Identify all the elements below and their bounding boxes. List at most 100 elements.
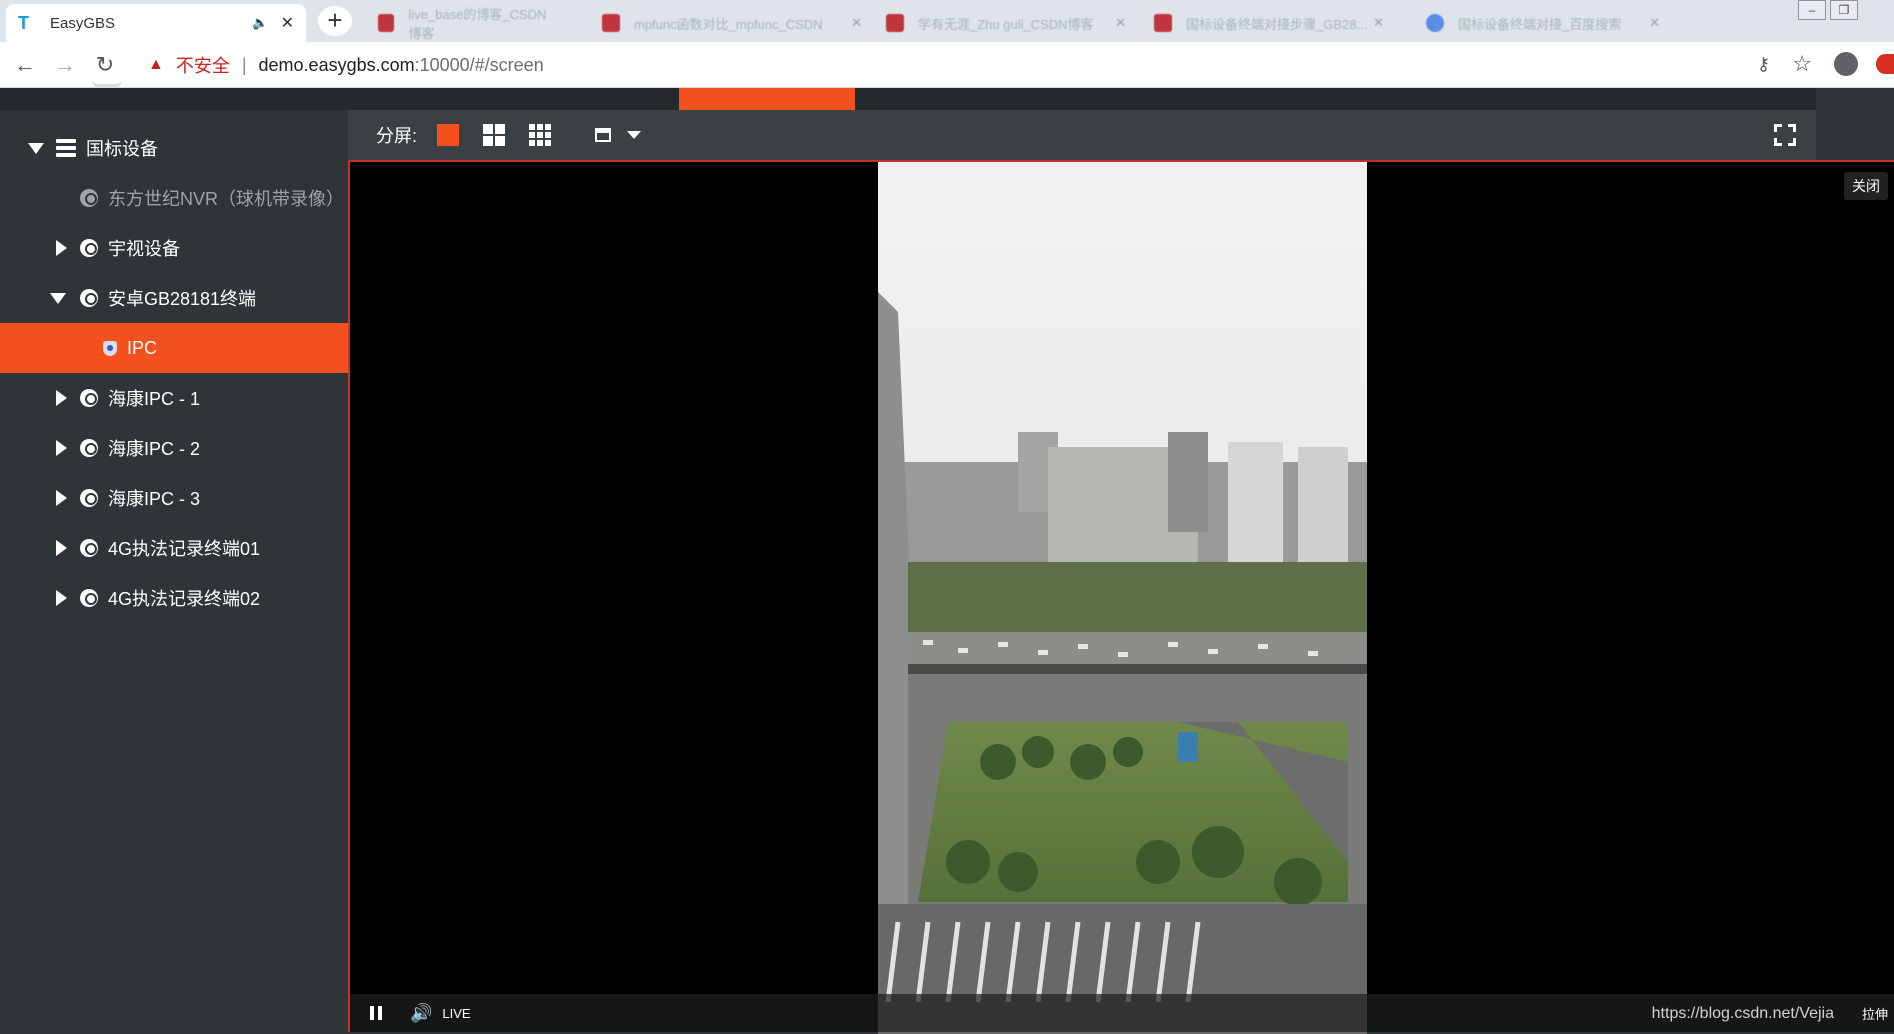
video-frame[interactable] — [878, 162, 1367, 1034]
tree-root-gb-devices[interactable]: 国标设备 — [0, 123, 348, 173]
bookmark-star-icon[interactable]: ☆ — [1792, 51, 1812, 77]
tree-item-device[interactable]: 宇视设备 — [0, 223, 348, 273]
forward-arrow-icon[interactable]: → — [50, 50, 80, 80]
window-controls: – ❐ — [1798, 0, 1858, 20]
expand-arrow-icon[interactable] — [56, 240, 67, 256]
speaker-icon[interactable]: 🔈 — [252, 15, 268, 31]
tree-item-label: 海康IPC - 3 — [108, 489, 201, 509]
split-1-button[interactable] — [437, 124, 460, 146]
expand-arrow-icon[interactable] — [56, 590, 67, 606]
close-icon[interactable]: ✕ — [1373, 15, 1384, 31]
close-icon[interactable]: ✕ — [851, 15, 862, 31]
csdn-favicon-icon — [378, 14, 395, 32]
channel-shield-icon — [103, 340, 117, 356]
account-icon[interactable] — [1834, 52, 1858, 76]
camera-icon — [80, 189, 98, 207]
tree-item-label: IPC — [127, 337, 158, 358]
player-controls: 🔊 LIVE https://blog.csdn.net/Vejia 拉伸 — [350, 994, 1894, 1032]
camera-icon — [80, 439, 98, 457]
csdn-favicon-icon — [886, 14, 904, 32]
browser-tab[interactable]: 国标设备终端对接_百度搜索 ✕ — [1412, 4, 1674, 42]
video-player[interactable]: 关闭 🔊 LIVE https://blog.csdn.net/Vejia 拉伸 — [348, 160, 1894, 1034]
back-arrow-icon[interactable]: ← — [10, 50, 40, 80]
app-logo-fragment — [92, 78, 122, 88]
close-player-button[interactable]: 关闭 — [1844, 172, 1888, 200]
camera-icon — [80, 589, 98, 607]
warning-triangle-icon: ▲ — [148, 56, 164, 73]
tree-item-label: 东方世纪NVR（球机带录像） — [108, 189, 345, 209]
tree-item-device[interactable]: 海康IPC - 2 — [0, 423, 348, 473]
split-label: 分屏: — [376, 126, 418, 146]
tab-title: 国标设备终端对接步骤_GB28... — [1186, 16, 1368, 32]
tab-title: 国标设备终端对接_百度搜索 — [1458, 16, 1622, 32]
browser-toolbar: ← → ↻ ▲ 不安全 | demo.easygbs.com :10000/#/… — [0, 42, 1894, 88]
expand-arrow-icon[interactable] — [56, 440, 67, 456]
close-icon[interactable]: ✕ — [1649, 15, 1660, 31]
split-screen-toolbar: 分屏: — [348, 110, 1816, 160]
minimize-button[interactable]: – — [1798, 0, 1826, 20]
tree-item-label: 海康IPC - 1 — [108, 389, 201, 409]
expand-arrow-icon[interactable] — [28, 142, 44, 154]
tree-item-device[interactable]: 4G执法记录终端01 — [0, 523, 348, 573]
key-icon[interactable]: ⚷ — [1757, 54, 1770, 75]
watermark-text: https://blog.csdn.net/Vejia — [1651, 1005, 1834, 1022]
device-list-icon — [56, 139, 76, 157]
expand-arrow-icon[interactable] — [56, 540, 67, 556]
browser-tab[interactable]: mpfunc函数对比_mpfunc_CSDN ✕ — [588, 4, 876, 42]
browser-tab[interactable]: live_base的博客_CSDN博客 — [364, 4, 572, 42]
url-separator: | — [241, 54, 247, 75]
camera-icon — [80, 289, 98, 307]
volume-icon[interactable]: 🔊 — [410, 1003, 432, 1024]
tree-item-device[interactable]: 海康IPC - 1 — [0, 373, 348, 423]
camera-icon — [80, 539, 98, 557]
camera-icon — [80, 239, 98, 257]
expand-arrow-icon[interactable] — [56, 490, 67, 506]
expand-arrow-icon[interactable] — [56, 390, 67, 406]
stretch-button[interactable]: 拉伸 — [1862, 1004, 1888, 1023]
tree-item-channel-selected[interactable]: IPC — [0, 323, 348, 373]
browser-tab-easygbs[interactable]: T EasyGBS 🔈 ✕ — [6, 4, 306, 42]
browser-tab-strip: T EasyGBS 🔈 ✕ + live_base的博客_CSDN博客 mpfu… — [0, 0, 1894, 42]
url-host: demo.easygbs.com — [258, 54, 415, 75]
collapse-arrow-icon[interactable] — [50, 292, 66, 304]
close-icon[interactable]: ✕ — [1115, 15, 1126, 31]
tree-item-label: 4G执法记录终端02 — [108, 589, 261, 609]
easygbs-favicon-icon: T — [18, 13, 29, 33]
camera-icon — [80, 489, 98, 507]
url-path: :10000/#/screen — [414, 54, 544, 75]
tree-root-label: 国标设备 — [86, 139, 158, 159]
layout-icon[interactable] — [595, 128, 612, 142]
nav-tab-active[interactable] — [679, 88, 855, 110]
close-icon[interactable]: ✕ — [281, 13, 294, 33]
tree-item-label: 海康IPC - 2 — [108, 439, 201, 459]
tree-item-device[interactable]: 海康IPC - 3 — [0, 473, 348, 523]
layout-dropdown-caret-icon[interactable] — [627, 131, 642, 139]
maximize-button[interactable]: ❐ — [1830, 0, 1858, 20]
tree-item-label: 安卓GB28181终端 — [108, 289, 257, 309]
split-4-button[interactable] — [483, 124, 506, 146]
tab-title: 学有无涯_Zhu guli_CSDN博客 — [918, 16, 1094, 32]
browser-tab[interactable]: 学有无涯_Zhu guli_CSDN博客 ✕ — [872, 4, 1140, 42]
csdn-favicon-icon — [1154, 14, 1172, 32]
tree-item-label: 4G执法记录终端01 — [108, 539, 261, 559]
tab-title: mpfunc函数对比_mpfunc_CSDN — [634, 16, 823, 32]
tab-title: EasyGBS — [50, 14, 116, 32]
split-9-button[interactable] — [529, 124, 552, 146]
address-bar[interactable]: ▲ 不安全 | demo.easygbs.com :10000/#/screen — [136, 48, 1776, 82]
device-tree: 国标设备 东方世纪NVR（球机带录像） 宇视设备 安卓GB28181终端 IPC… — [0, 110, 348, 1032]
reload-icon[interactable]: ↻ — [90, 50, 120, 80]
fullscreen-icon[interactable] — [1774, 124, 1796, 146]
browser-tab[interactable]: 国标设备终端对接步骤_GB28... ✕ — [1140, 4, 1398, 42]
camera-icon — [80, 389, 98, 407]
easygbs-app: 国标设备 东方世纪NVR（球机带录像） 宇视设备 安卓GB28181终端 IPC… — [0, 84, 1894, 1034]
live-indicator: LIVE — [442, 1005, 471, 1021]
tree-item-label: 宇视设备 — [108, 239, 180, 259]
insecure-label[interactable]: 不安全 — [176, 52, 230, 78]
pause-icon[interactable] — [370, 1006, 382, 1020]
tree-item-device[interactable]: 东方世纪NVR（球机带录像） — [0, 173, 348, 223]
tree-item-device[interactable]: 4G执法记录终端02 — [0, 573, 348, 623]
tree-item-device[interactable]: 安卓GB28181终端 — [0, 273, 348, 323]
new-tab-button[interactable]: + — [318, 6, 352, 36]
app-header — [0, 84, 1816, 110]
extension-icon[interactable] — [1876, 54, 1894, 74]
